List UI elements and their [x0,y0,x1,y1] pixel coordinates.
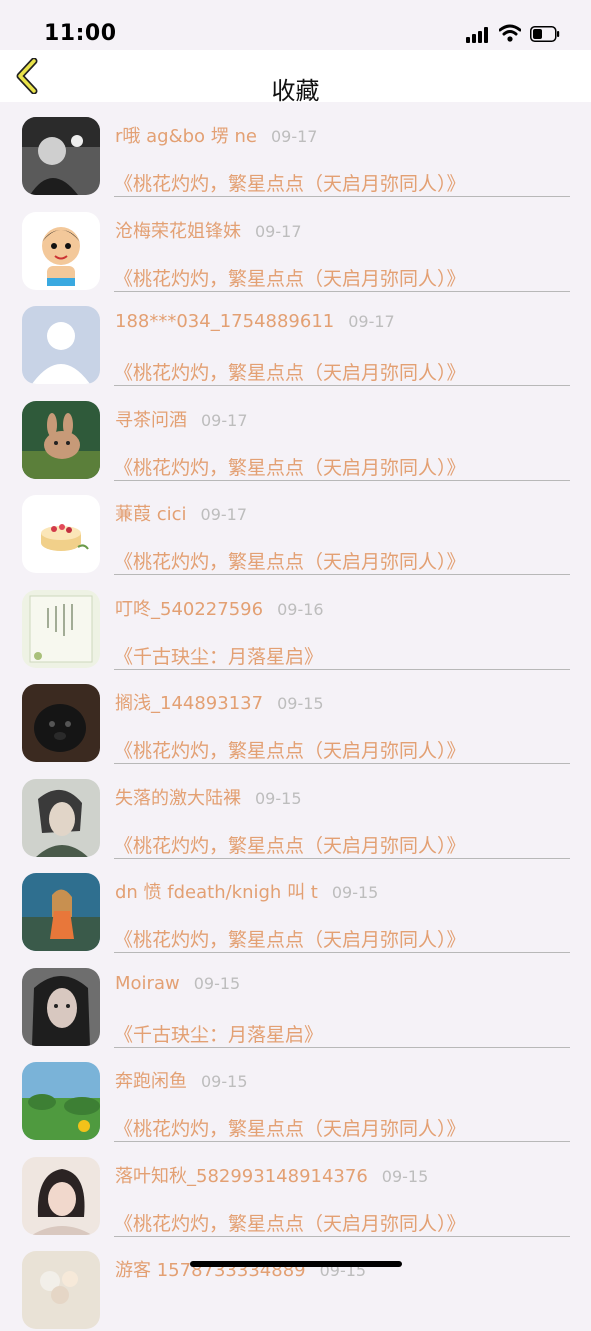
avatar-image [22,1062,100,1140]
name-row: 叮咚_540227596 09-16 [115,595,324,621]
signal-icon [466,27,492,43]
list-item[interactable]: dn 愤 fdeath/knigh 叫 t 09-15 《桃花灼灼，繁星点点（天启月… [0,858,591,953]
avatar-image [22,495,100,573]
avatar-image [22,589,100,668]
avatar[interactable] [22,684,100,762]
avatar[interactable] [22,778,100,857]
avatar-image [22,778,100,857]
username[interactable]: r哦 ag&bo 塄 ne [115,126,257,147]
avatar[interactable] [22,967,100,1046]
name-row: 落叶知秋_582993148914376 09-15 [115,1162,428,1188]
book-title-link[interactable]: 《桃花灼灼，繁星点点（天启月弥同人）》 [114,925,466,952]
home-indicator [190,1261,402,1267]
favorites-list: r哦 ag&bo 塄 ne 09-17 《桃花灼灼，繁星点点（天启月弥同人）》 沧梅荣… [0,102,591,1331]
status-bar: 11:00 [0,0,591,50]
battery-icon [530,26,560,42]
date: 09-16 [277,599,324,619]
name-row: 寻茶问酒 09-17 [115,406,248,432]
book-title-link[interactable]: 《千古玦尘：月落星启》 [114,1020,323,1047]
book-title-link[interactable]: 《桃花灼灼，繁星点点（天启月弥同人）》 [114,169,466,196]
username[interactable]: 寻茶问酒 [115,410,187,431]
avatar-image [22,1156,100,1235]
avatar[interactable] [22,873,100,951]
name-row: r哦 ag&bo 塄 ne 09-17 [115,122,317,148]
book-title-link[interactable]: 《桃花灼灼，繁星点点（天启月弥同人）》 [114,831,466,858]
list-item[interactable]: 叮咚_540227596 09-16 《千古玦尘：月落星启》 [0,575,591,670]
book-title-link[interactable]: 《千古玦尘：月落星启》 [114,642,323,669]
username[interactable]: 沧梅荣花姐锋妹 [115,221,241,242]
avatar[interactable] [22,589,100,668]
list-item[interactable]: 蒹葭 cici 09-17 《桃花灼灼，繁星点点（天启月弥同人）》 [0,480,591,575]
username[interactable]: dn 愤 fdeath/knigh 叫 t [115,882,318,903]
avatar[interactable] [22,1156,100,1235]
list-item[interactable]: 搁浅_144893137 09-15 《桃花灼灼，繁星点点（天启月弥同人）》 [0,669,591,764]
list-item[interactable]: Moiraw 09-15 《千古玦尘：月落星启》 [0,953,591,1048]
username[interactable]: 失落的激大陆裸 [115,788,241,809]
date: 09-17 [201,410,248,430]
name-row: Moiraw 09-15 [115,973,240,994]
name-row: 奔跑闲鱼 09-15 [115,1067,248,1093]
avatar-image [22,873,100,951]
date: 09-17 [348,312,395,331]
avatar[interactable] [22,495,100,573]
book-title-link[interactable]: 《桃花灼灼，繁星点点（天启月弥同人）》 [114,736,466,763]
status-time: 11:00 [44,21,117,46]
username[interactable]: 奔跑闲鱼 [115,1071,187,1092]
avatar-image [22,1251,100,1329]
date: 09-15 [255,788,302,808]
page-title: 收藏 [271,77,320,105]
date: 09-15 [381,1166,429,1186]
name-row: 失落的激大陆裸 09-15 [115,784,302,810]
avatar-image [22,684,100,762]
username[interactable]: 搁浅_144893137 [115,693,263,714]
avatar[interactable] [22,400,100,479]
name-row: dn 愤 fdeath/knigh 叫 t 09-15 [115,878,378,904]
date: 09-15 [331,883,379,902]
list-item[interactable]: 游客 1578733334889 09-15 [0,1236,591,1331]
book-title-link[interactable]: 《桃花灼灼，繁星点点（天启月弥同人）》 [114,453,466,480]
date: 09-15 [193,973,241,993]
list-item[interactable]: 沧梅荣花姐锋妹 09-17 《桃花灼灼，繁星点点（天启月弥同人）》 [0,197,591,292]
username[interactable]: 188***034_1754889611 [115,311,334,332]
list-item[interactable]: 188***034_1754889611 09-17 《桃花灼灼，繁星点点（天启月弥… [0,291,591,386]
avatar-image [22,967,100,1046]
book-title-link[interactable]: 《桃花灼灼，繁星点点（天启月弥同人）》 [114,547,466,574]
avatar-image [22,211,100,290]
list-item[interactable]: 奔跑闲鱼 09-15 《桃花灼灼，繁星点点（天启月弥同人）》 [0,1047,591,1142]
name-row: 沧梅荣花姐锋妹 09-17 [115,217,302,243]
date: 09-17 [200,505,248,524]
avatar-image [22,400,100,479]
wifi-icon [499,24,521,42]
date: 09-15 [277,694,324,713]
username[interactable]: Moiraw [115,973,180,994]
book-title-link[interactable]: 《桃花灼灼，繁星点点（天启月弥同人）》 [114,1114,466,1141]
book-title-link[interactable]: 《桃花灼灼，繁星点点（天启月弥同人）》 [114,264,466,291]
date: 09-15 [201,1072,248,1091]
date: 09-17 [255,221,302,241]
date: 09-17 [270,127,318,146]
name-row: 蒹葭 cici 09-17 [115,500,247,526]
name-row: 188***034_1754889611 09-17 [115,311,395,332]
avatar[interactable] [22,117,100,195]
avatar[interactable] [22,1062,100,1140]
username[interactable]: 叮咚_540227596 [115,599,263,620]
book-title-link[interactable]: 《桃花灼灼，繁星点点（天启月弥同人）》 [114,358,466,385]
username[interactable]: 蒹葭 cici [115,504,187,525]
avatar-image [22,306,100,384]
name-row: 游客 1578733334889 09-15 [115,1256,366,1282]
avatar[interactable] [22,1251,100,1329]
book-title-link[interactable]: 《桃花灼灼，繁星点点（天启月弥同人）》 [114,1209,466,1236]
avatar-image [22,117,100,195]
list-item[interactable]: 失落的激大陆裸 09-15 《桃花灼灼，繁星点点（天启月弥同人）》 [0,764,591,859]
list-item[interactable]: 落叶知秋_582993148914376 09-15 《桃花灼灼，繁星点点（天启月弥… [0,1142,591,1237]
nav-bar: 收藏 [0,50,591,105]
avatar[interactable] [22,306,100,384]
username[interactable]: 落叶知秋_582993148914376 [115,1166,368,1187]
avatar[interactable] [22,211,100,290]
name-row: 搁浅_144893137 09-15 [115,689,324,715]
list-item[interactable]: 寻茶问酒 09-17 《桃花灼灼，繁星点点（天启月弥同人）》 [0,386,591,481]
list-item[interactable]: r哦 ag&bo 塄 ne 09-17 《桃花灼灼，繁星点点（天启月弥同人）》 [0,102,591,197]
